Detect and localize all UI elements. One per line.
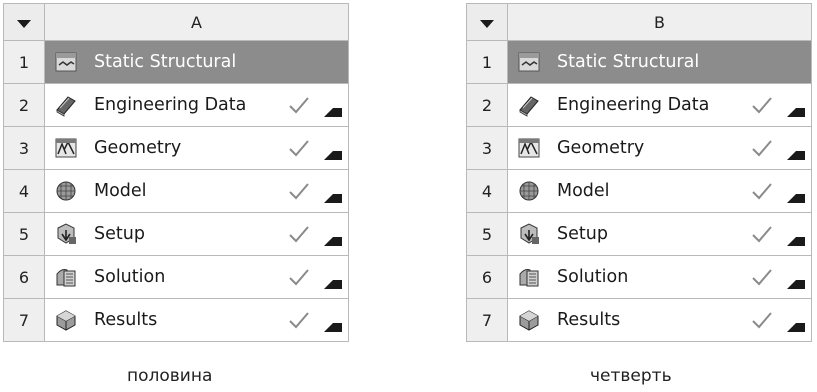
row-number: 2 xyxy=(3,83,45,127)
solution-icon xyxy=(56,269,76,287)
row-number: 1 xyxy=(3,40,45,84)
cell-label: Results xyxy=(94,310,158,330)
engineering-data-icon xyxy=(56,96,76,117)
system-b-table: B 1 Static Structural 2 Engineering Data… xyxy=(466,3,812,342)
column-header: B xyxy=(507,3,812,41)
corner-arrow-icon xyxy=(787,150,805,160)
system-a-caption: половина xyxy=(127,366,213,386)
model-icon xyxy=(56,181,76,201)
checkmark-icon xyxy=(752,269,772,286)
cell-label: Geometry xyxy=(557,138,645,158)
checkmark-icon xyxy=(752,140,772,157)
corner-arrow-icon xyxy=(324,236,342,246)
geometry-icon xyxy=(518,138,540,158)
cell-label: Engineering Data xyxy=(94,95,247,115)
cell-solution[interactable]: 6 Solution xyxy=(3,255,349,299)
geometry-icon xyxy=(55,138,77,158)
cell-label: Solution xyxy=(94,267,166,287)
cell-solution[interactable]: 6 Solution xyxy=(466,255,812,299)
checkmark-icon xyxy=(752,183,772,200)
corner-arrow-icon xyxy=(787,193,805,203)
cell-label: Model xyxy=(557,181,610,201)
row-number: 7 xyxy=(3,298,45,342)
checkmark-icon xyxy=(289,140,309,157)
cell-model[interactable]: 4 Model xyxy=(3,169,349,213)
solution-icon xyxy=(519,269,539,287)
cell-label: Engineering Data xyxy=(557,95,710,115)
checkmark-icon xyxy=(289,183,309,200)
cell-label: Geometry xyxy=(94,138,182,158)
results-icon xyxy=(56,310,76,331)
cell-label: Solution xyxy=(557,267,629,287)
system-b-caption: четверть xyxy=(590,366,672,386)
checkmark-icon xyxy=(289,97,309,114)
cell-geometry[interactable]: 3 Geometry xyxy=(3,126,349,170)
cell-results[interactable]: 7 Results xyxy=(466,298,812,342)
results-icon xyxy=(519,310,539,331)
system-menu-button[interactable] xyxy=(466,3,508,41)
row-number: 5 xyxy=(3,212,45,256)
row-number: 2 xyxy=(466,83,508,127)
checkmark-icon xyxy=(752,97,772,114)
system-a-block: A 1 Static Structural 2 Engineering Data… xyxy=(3,3,349,342)
cell-setup[interactable]: 5 Setup xyxy=(3,212,349,256)
system-title[interactable]: Static Structural xyxy=(94,52,348,72)
checkmark-icon xyxy=(289,269,309,286)
cell-results[interactable]: 7 Results xyxy=(3,298,349,342)
model-icon xyxy=(519,181,539,201)
cell-label: Results xyxy=(557,310,621,330)
row-number: 5 xyxy=(466,212,508,256)
corner-arrow-icon xyxy=(787,107,805,117)
dropdown-arrow-icon xyxy=(17,19,31,28)
checkmark-icon xyxy=(752,226,772,243)
cell-label: Model xyxy=(94,181,147,201)
row-number: 4 xyxy=(3,169,45,213)
cell-setup[interactable]: 5 Setup xyxy=(466,212,812,256)
cell-engineering-data[interactable]: 2 Engineering Data xyxy=(466,83,812,127)
system-b-block: B 1 Static Structural 2 Engineering Data… xyxy=(466,3,812,342)
cell-geometry[interactable]: 3 Geometry xyxy=(466,126,812,170)
engineering-data-icon xyxy=(519,96,539,117)
system-menu-button[interactable] xyxy=(3,3,45,41)
static-structural-icon xyxy=(55,52,77,72)
corner-arrow-icon xyxy=(787,322,805,332)
row-number: 7 xyxy=(466,298,508,342)
row-number: 6 xyxy=(466,255,508,299)
corner-arrow-icon xyxy=(324,193,342,203)
static-structural-icon xyxy=(518,52,540,72)
corner-arrow-icon xyxy=(324,279,342,289)
checkmark-icon xyxy=(289,312,309,329)
row-number: 4 xyxy=(466,169,508,213)
dropdown-arrow-icon xyxy=(480,19,494,28)
row-number: 3 xyxy=(466,126,508,170)
setup-icon xyxy=(57,223,76,244)
row-number: 6 xyxy=(3,255,45,299)
cell-label: Setup xyxy=(557,224,608,244)
checkmark-icon xyxy=(752,312,772,329)
cell-label: Setup xyxy=(94,224,145,244)
system-title[interactable]: Static Structural xyxy=(557,52,811,72)
corner-arrow-icon xyxy=(324,322,342,332)
cell-model[interactable]: 4 Model xyxy=(466,169,812,213)
system-title-row[interactable]: 1 Static Structural xyxy=(466,40,812,84)
cell-engineering-data[interactable]: 2 Engineering Data xyxy=(3,83,349,127)
corner-arrow-icon xyxy=(787,279,805,289)
corner-arrow-icon xyxy=(324,150,342,160)
system-title-row[interactable]: 1 Static Structural xyxy=(3,40,349,84)
checkmark-icon xyxy=(289,226,309,243)
corner-arrow-icon xyxy=(787,236,805,246)
corner-arrow-icon xyxy=(324,107,342,117)
row-number: 3 xyxy=(3,126,45,170)
row-number: 1 xyxy=(466,40,508,84)
system-a-table: A 1 Static Structural 2 Engineering Data… xyxy=(3,3,349,342)
setup-icon xyxy=(520,223,539,244)
column-header: A xyxy=(44,3,349,41)
